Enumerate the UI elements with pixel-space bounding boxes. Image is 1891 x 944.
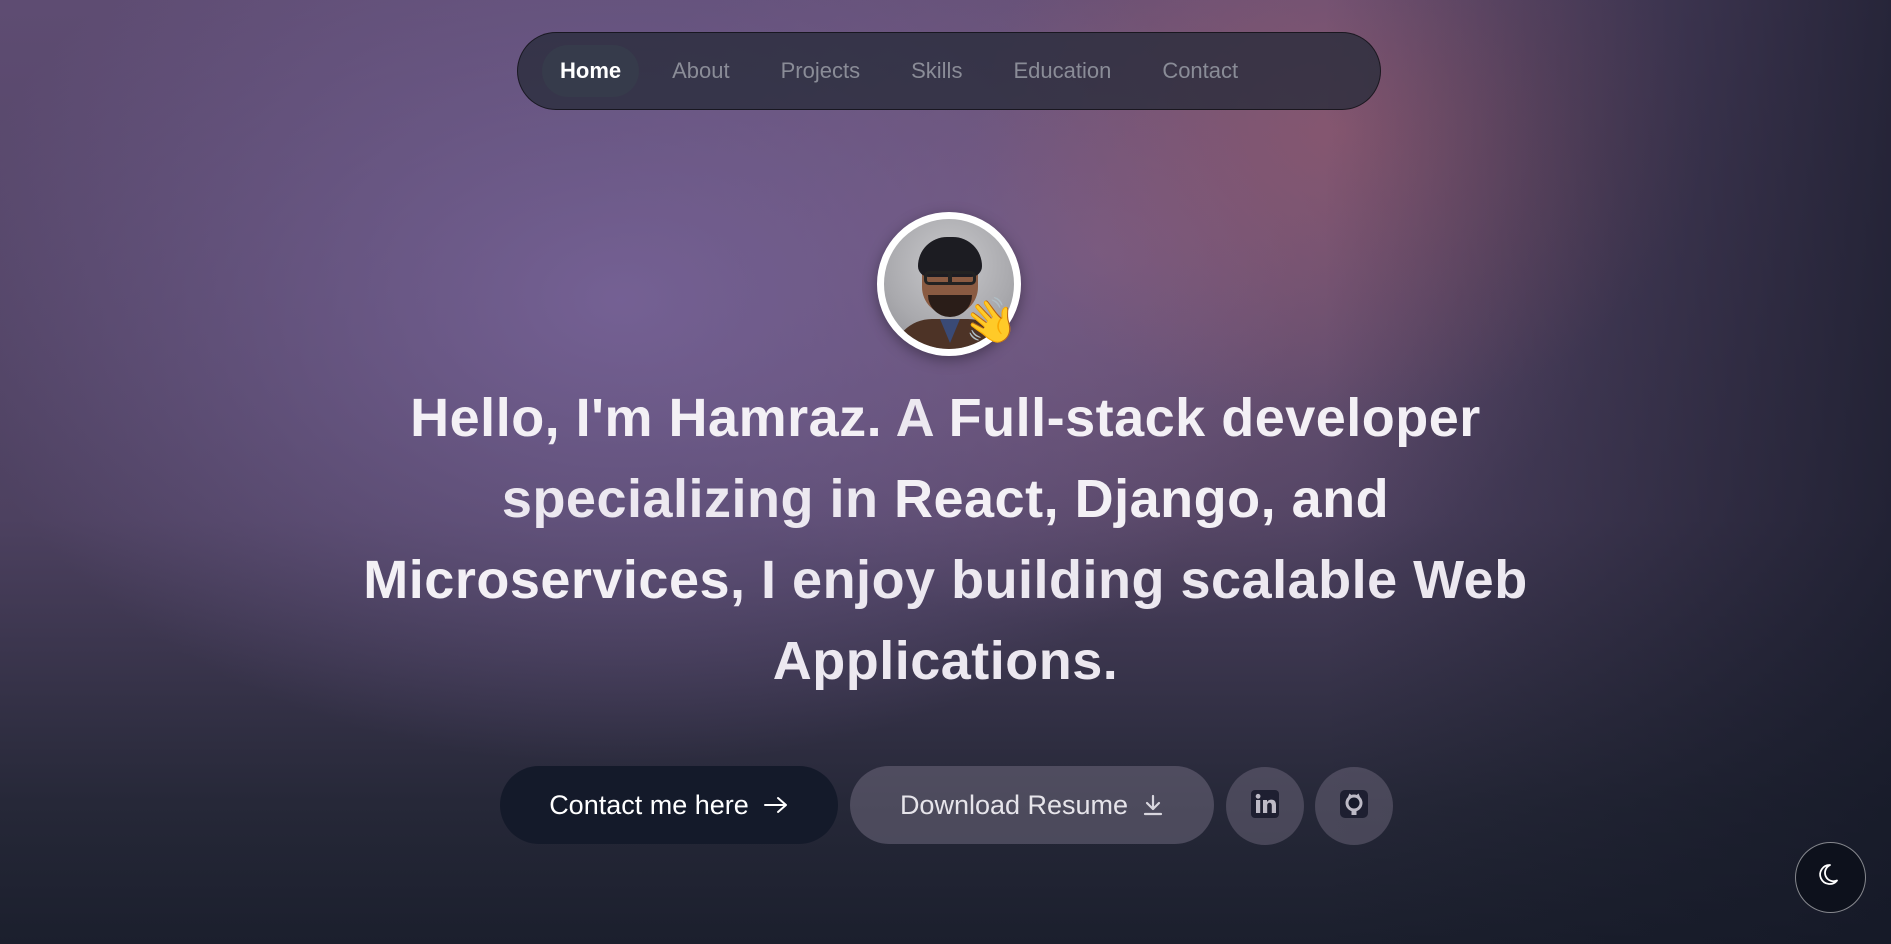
nav-item-home[interactable]: Home: [542, 45, 640, 97]
headline-greeting: Hello, I'm Hamraz.: [410, 388, 883, 448]
contact-button[interactable]: Contact me here: [500, 766, 838, 844]
linkedin-icon: [1250, 789, 1280, 824]
github-button[interactable]: [1315, 767, 1393, 845]
hero-headline: Hello, I'm Hamraz. A Full-stack develope…: [330, 378, 1561, 702]
resume-button-label: Download Resume: [899, 789, 1129, 820]
download-icon: [1142, 793, 1164, 817]
theme-toggle-button[interactable]: [1795, 842, 1866, 913]
github-icon: [1339, 789, 1369, 824]
nav-item-about[interactable]: About: [654, 45, 748, 97]
linkedin-button[interactable]: [1226, 767, 1304, 845]
moon-icon: [1817, 861, 1845, 894]
nav-item-contact[interactable]: Contact: [1144, 45, 1256, 97]
arrow-right-icon: [763, 795, 789, 815]
headline-role: Full-stack developer: [948, 388, 1481, 448]
headline-text-2: specializing in: [501, 469, 894, 529]
nav-item-projects[interactable]: Projects: [763, 45, 878, 97]
contact-button-label: Contact me here: [549, 789, 749, 820]
nav-item-skills[interactable]: Skills: [893, 45, 980, 97]
nav-item-education[interactable]: Education: [995, 45, 1129, 97]
main-nav: Home About Projects Skills Education Con…: [517, 32, 1381, 110]
headline-text-3: , I enjoy building scalable Web Applicat…: [730, 550, 1528, 691]
headline-text-1: A: [882, 388, 949, 448]
download-resume-button[interactable]: Download Resume: [850, 766, 1214, 844]
